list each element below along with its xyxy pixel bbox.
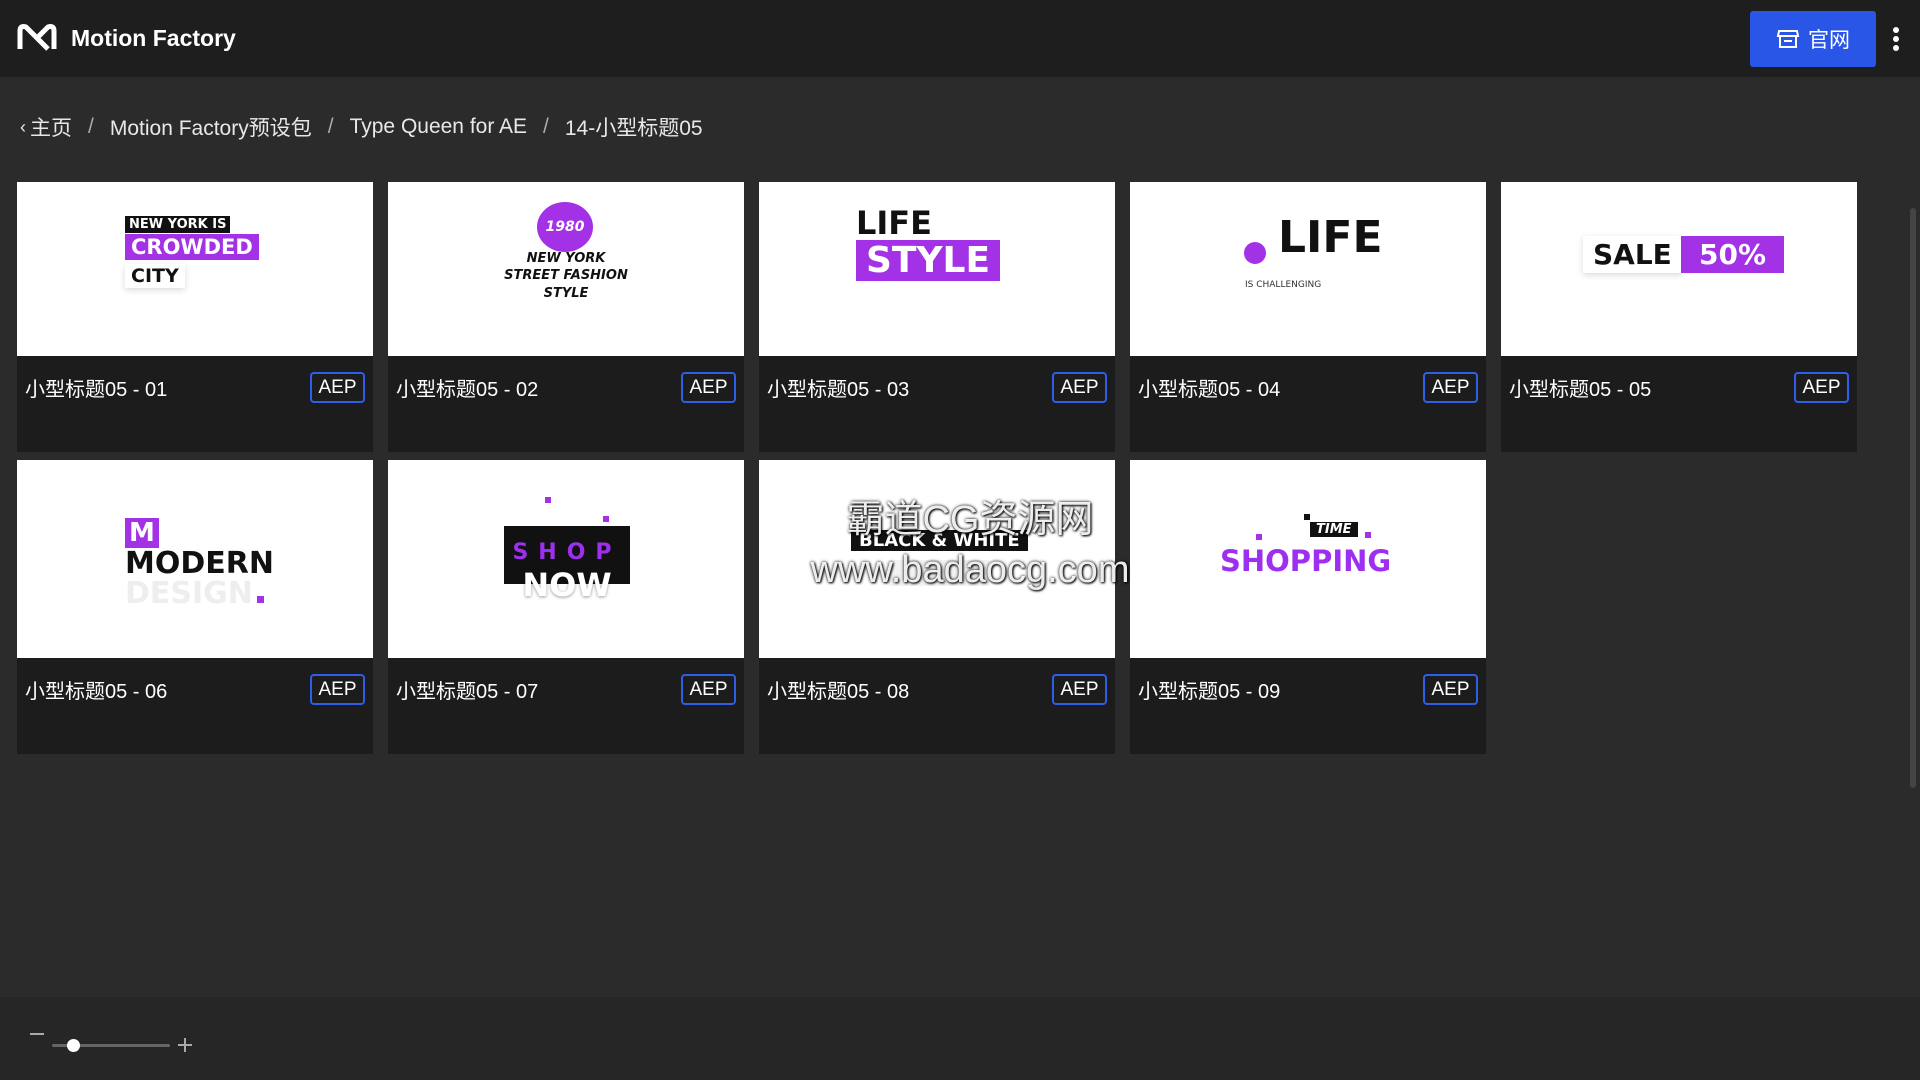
top-bar: Motion Factory 官网 <box>0 0 1920 77</box>
thumb-text: STYLE <box>856 240 1001 281</box>
preset-thumbnail: LIFE STYLE <box>759 182 1115 356</box>
preset-card-06[interactable]: M MODERN DESIGN 小型标题05 - 06 AEP <box>17 460 373 754</box>
motion-factory-logo-icon <box>17 24 57 51</box>
thumb-text: TIME <box>1310 522 1358 537</box>
thumb-text: STYLE <box>543 286 589 301</box>
thumb-dot <box>545 497 551 503</box>
preset-card-02[interactable]: 1980 NEW YORK STREET FASHION STYLE 小型标题0… <box>388 182 744 452</box>
thumb-text: SHOP <box>512 540 622 565</box>
thumb-dot <box>1365 532 1371 538</box>
preset-thumbnail: BLACK & WHITE <box>759 460 1115 658</box>
preset-thumbnail: 1980 NEW YORK STREET FASHION STYLE <box>388 182 744 356</box>
thumb-dot <box>257 596 264 603</box>
thumb-text: 50% <box>1681 236 1785 273</box>
preset-name: 小型标题05 - 03 <box>767 379 910 401</box>
preset-thumbnail: TIME SHOPPING <box>1130 460 1486 658</box>
thumb-text: DESIGN <box>125 576 253 611</box>
thumb-dot <box>1256 534 1262 540</box>
vertical-scrollbar[interactable] <box>1910 208 1916 788</box>
preset-name: 小型标题05 - 01 <box>25 379 168 401</box>
thumb-text: LIFE <box>856 204 933 242</box>
preset-name: 小型标题05 - 08 <box>767 681 910 703</box>
thumb-text: NOW <box>522 566 612 604</box>
more-vertical-icon[interactable] <box>1888 24 1904 54</box>
preset-name: 小型标题05 - 06 <box>25 681 168 703</box>
aep-badge: AEP <box>1423 372 1478 403</box>
breadcrumb-separator: / <box>88 115 94 138</box>
preset-card-03[interactable]: LIFE STYLE 小型标题05 - 03 AEP <box>759 182 1115 452</box>
thumb-text: NEW YORK <box>526 251 606 266</box>
app-title: Motion Factory <box>71 25 236 51</box>
breadcrumb-separator: / <box>327 115 334 138</box>
thumb-text: 1980 <box>537 202 593 252</box>
preset-thumbnail: NEW YORK IS CROWDED CITY <box>17 182 373 356</box>
thumb-text: CROWDED <box>125 234 259 260</box>
official-site-button[interactable]: 官网 <box>1750 11 1876 67</box>
preset-card-01[interactable]: NEW YORK IS CROWDED CITY 小型标题05 - 01 AEP <box>17 182 373 452</box>
aep-badge: AEP <box>681 372 736 403</box>
preset-name: 小型标题05 - 04 <box>1138 379 1281 401</box>
thumb-dot <box>603 516 609 522</box>
preset-thumbnail: SALE 50% <box>1501 182 1857 356</box>
zoom-in-icon[interactable] <box>178 1038 192 1052</box>
breadcrumb-current: 14-小型标题05 <box>564 117 703 140</box>
bottom-bar <box>0 997 1920 1080</box>
aep-badge: AEP <box>310 372 365 403</box>
breadcrumb-home[interactable]: 主页 <box>30 112 72 142</box>
zoom-out-icon[interactable] <box>30 1033 44 1035</box>
preset-thumbnail: SHOP NOW <box>388 460 744 658</box>
aep-badge: AEP <box>681 674 736 705</box>
breadcrumb-separator: / <box>543 115 549 138</box>
preset-card-05[interactable]: SALE 50% 小型标题05 - 05 AEP <box>1501 182 1857 452</box>
preset-card-07[interactable]: SHOP NOW 小型标题05 - 07 AEP <box>388 460 744 754</box>
preset-name: 小型标题05 - 05 <box>1509 379 1652 401</box>
aep-badge: AEP <box>1423 674 1478 705</box>
preset-card-09[interactable]: TIME SHOPPING 小型标题05 - 09 AEP <box>1130 460 1486 754</box>
aep-badge: AEP <box>1052 674 1107 705</box>
thumb-text: SHOPPING <box>1220 544 1392 578</box>
thumb-text: BLACK & WHITE <box>851 530 1028 551</box>
thumb-text: M <box>125 518 159 548</box>
preset-name: 小型标题05 - 02 <box>396 379 539 401</box>
store-icon <box>1776 30 1800 48</box>
aep-badge: AEP <box>1052 372 1107 403</box>
preset-name: 小型标题05 - 07 <box>396 681 539 703</box>
thumb-text: CITY <box>125 264 185 288</box>
thumb-box <box>889 560 989 586</box>
official-site-label: 官网 <box>1808 29 1850 52</box>
thumb-text: IS CHALLENGING <box>1245 280 1322 290</box>
preset-thumbnail: M MODERN DESIGN <box>17 460 373 658</box>
thumb-text: SALE <box>1583 236 1682 273</box>
thumb-text: NEW YORK IS <box>125 216 231 233</box>
breadcrumb-preset-pack[interactable]: Motion Factory预设包 <box>110 112 312 142</box>
thumb-text: LIFE <box>1278 212 1383 263</box>
breadcrumb: ‹ 主页 / Motion Factory预设包 / Type Queen fo… <box>20 112 703 142</box>
thumb-dot <box>1244 242 1266 264</box>
preset-card-08[interactable]: BLACK & WHITE 小型标题05 - 08 AEP <box>759 460 1115 754</box>
breadcrumb-type-queen[interactable]: Type Queen for AE <box>350 115 527 139</box>
aep-badge: AEP <box>310 674 365 705</box>
preset-card-04[interactable]: LIFE IS CHALLENGING 小型标题05 - 04 AEP <box>1130 182 1486 452</box>
chevron-left-icon[interactable]: ‹ <box>20 117 26 138</box>
aep-badge: AEP <box>1794 372 1849 403</box>
thumb-dot <box>1304 514 1310 520</box>
preset-thumbnail: LIFE IS CHALLENGING <box>1130 182 1486 356</box>
preset-name: 小型标题05 - 09 <box>1138 681 1281 703</box>
thumb-text: STREET FASHION <box>504 268 628 283</box>
